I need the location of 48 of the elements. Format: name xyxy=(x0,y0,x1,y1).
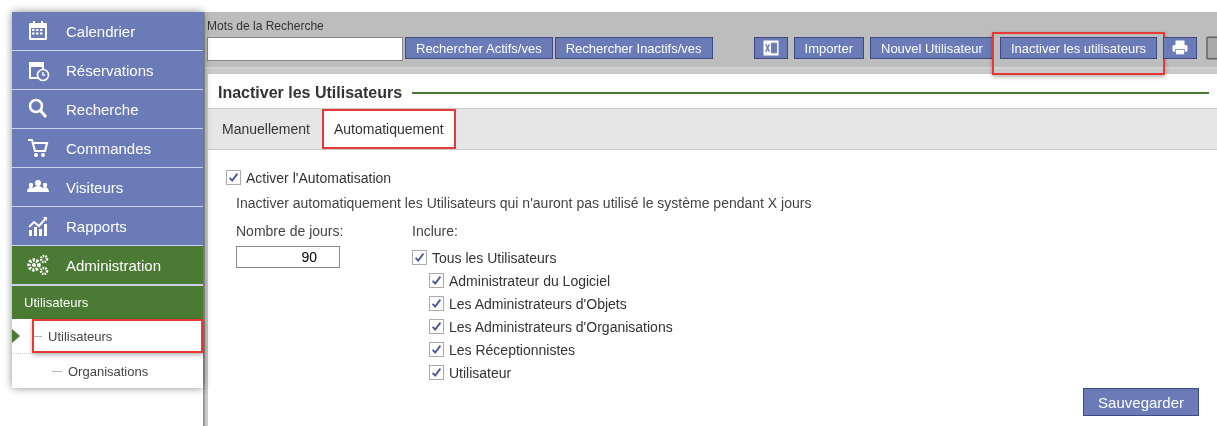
checkbox[interactable] xyxy=(429,273,444,288)
checkbox-label: Administrateur du Logiciel xyxy=(449,272,611,289)
nav-item[interactable]: Rapports xyxy=(12,207,203,246)
nav-item[interactable]: Visiteurs xyxy=(12,168,203,207)
print-button[interactable] xyxy=(1163,37,1197,59)
bar-chart-icon xyxy=(26,214,50,238)
field-label: Nombre de jours: xyxy=(236,223,344,239)
toolbar-button[interactable]: Importer xyxy=(793,37,864,59)
checkbox[interactable] xyxy=(429,342,444,357)
tab[interactable]: Automatiquement xyxy=(321,109,456,149)
printer-icon xyxy=(1170,39,1190,57)
checkbox[interactable] xyxy=(429,319,444,334)
search-label: Mots de la Recherche xyxy=(207,19,324,33)
checkbox-label: Les Administrateurs d'Objets xyxy=(449,295,627,312)
checkbox[interactable] xyxy=(429,365,444,380)
checkbox-label: Utilisateur xyxy=(449,364,512,381)
nav-subitem[interactable]: Organisations xyxy=(68,361,149,381)
nav-item[interactable]: Réservations xyxy=(12,51,203,90)
checkbox[interactable] xyxy=(226,170,241,185)
gears-icon xyxy=(26,253,50,277)
nav-item[interactable]: Recherche xyxy=(12,90,203,129)
checkbox-label: Activer l'Automatisation xyxy=(246,169,392,186)
save-button[interactable]: Sauvegarder xyxy=(1083,388,1199,416)
nav-item[interactable]: Calendrier xyxy=(12,12,203,51)
search-button[interactable]: Rechercher Inactifs/ves xyxy=(554,37,713,59)
search-icon xyxy=(26,97,50,121)
toolbar-button[interactable]: Nouvel Utilisateur xyxy=(870,37,994,59)
days-field[interactable]: 90 xyxy=(236,246,340,268)
selected-arrow-icon xyxy=(12,329,20,343)
nav-item[interactable]: Administration xyxy=(12,246,203,285)
nav-subitem[interactable]: Utilisateurs xyxy=(48,326,113,346)
checkbox[interactable] xyxy=(429,296,444,311)
checkbox[interactable] xyxy=(412,250,427,265)
checkbox-label: Les Administrateurs d'Organisations xyxy=(449,318,673,335)
tab[interactable]: Manuellement xyxy=(210,109,322,149)
spreadsheet-button[interactable] xyxy=(753,37,788,59)
cart-icon xyxy=(26,136,50,160)
calendar-icon xyxy=(26,19,50,43)
toolbar-button[interactable]: Inactiver les utilisateurs xyxy=(999,37,1157,59)
section-header: Utilisateurs xyxy=(12,285,203,319)
description-text: Inactiver automatiquement les Utilisateurs qui n'auront pas utilisé le système pendant X jours xyxy=(236,195,813,211)
field-label: Inclure: xyxy=(412,223,458,239)
checkbox-label: Tous les Utilisateurs xyxy=(432,249,557,266)
checkbox-label: Les Réceptionnistes xyxy=(449,341,576,358)
search-field[interactable] xyxy=(207,37,403,61)
search-button[interactable]: Rechercher Actifs/ves xyxy=(405,37,553,59)
panel-title: Inactiver les Utilisateurs xyxy=(218,84,403,102)
nav-item[interactable]: Commandes xyxy=(12,129,203,168)
